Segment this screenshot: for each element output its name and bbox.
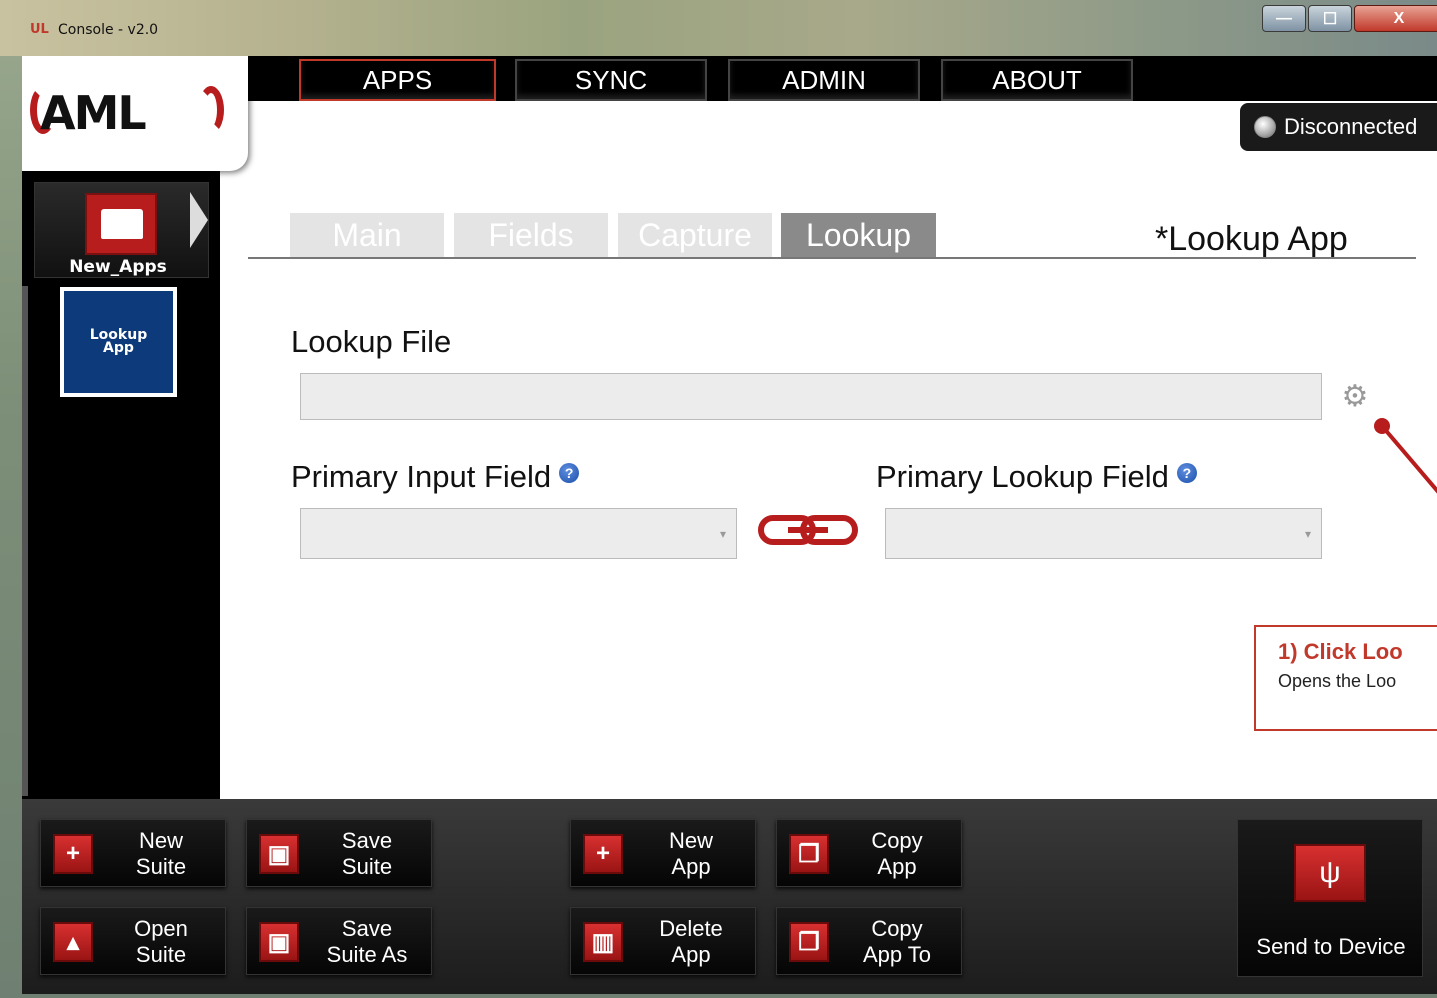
copy-to-icon: ❐: [789, 922, 829, 962]
bottom-toolbar: + New Suite ▣ Save Suite + New App ❐ Cop…: [22, 799, 1437, 994]
instruction-callout: 1) Click Loo Opens the Loo: [1254, 625, 1437, 731]
sidebar-scrollbar[interactable]: [22, 286, 28, 796]
folder-open-icon: ▴: [53, 922, 93, 962]
send-to-device-label: Send to Device: [1256, 934, 1406, 959]
save-suite-label: Save Suite: [341, 828, 393, 879]
send-to-device-button[interactable]: ψ Send to Device: [1237, 819, 1423, 977]
usb-icon: ψ: [1294, 844, 1366, 902]
help-icon[interactable]: ?: [559, 463, 580, 483]
copy-app-to-label: Copy App To: [862, 916, 932, 967]
chevron-down-icon: ▾: [719, 527, 726, 541]
save-suite-button[interactable]: ▣ Save Suite: [246, 819, 432, 887]
trash-icon: ▥: [583, 922, 623, 962]
open-suite-button[interactable]: ▴ Open Suite: [40, 907, 226, 975]
close-icon: X: [1393, 9, 1405, 27]
lookup-file-label: Lookup File: [291, 324, 452, 359]
page-title: *Lookup App: [1155, 220, 1348, 258]
logo-text: AML: [40, 86, 147, 140]
floppy-icon: ▣: [259, 834, 299, 874]
app-tile-lookup[interactable]: Lookup App: [60, 287, 177, 397]
callout-title: 1) Click Loo: [1278, 639, 1403, 664]
copy-app-button[interactable]: ❐ Copy App: [776, 819, 962, 887]
client-area: AML APPS SYNC ADMIN ABOUT Disconnected N…: [22, 56, 1437, 994]
new-app-label: New App: [668, 828, 713, 879]
save-suite-as-label: Save Suite As: [326, 916, 408, 967]
maximize-button[interactable]: ☐: [1308, 5, 1352, 32]
plus-icon: +: [53, 834, 93, 874]
primary-input-label-row: Primary Input Field?: [291, 459, 580, 495]
connection-status-text: Disconnected: [1284, 114, 1418, 139]
suite-name: New_Apps: [69, 257, 167, 277]
expand-arrow-icon[interactable]: [190, 192, 208, 248]
primary-lookup-field-label: Primary Lookup Field: [876, 459, 1169, 494]
save-suite-as-button[interactable]: ▣ Save Suite As: [246, 907, 432, 975]
tab-lookup[interactable]: Lookup: [781, 213, 936, 257]
maximize-icon: ☐: [1322, 10, 1338, 28]
copy-app-to-button[interactable]: ❐ Copy App To: [776, 907, 962, 975]
folder-icon: [85, 193, 157, 255]
callout-body: Opens the Loo: [1278, 671, 1397, 691]
gear-icon[interactable]: ⚙: [1337, 379, 1373, 415]
open-suite-label: Open Suite: [134, 916, 188, 967]
chevron-down-icon: ▾: [1304, 527, 1311, 541]
new-suite-button[interactable]: + New Suite: [40, 819, 226, 887]
copy-app-label: Copy App: [871, 828, 923, 879]
minimize-button[interactable]: —: [1262, 5, 1306, 32]
delete-app-button[interactable]: ▥ Delete App: [570, 907, 756, 975]
primary-input-select[interactable]: ▾: [300, 508, 737, 559]
floppy-plus-icon: ▣: [259, 922, 299, 962]
delete-app-label: Delete App: [659, 916, 723, 967]
status-light-icon: [1254, 116, 1276, 138]
tab-capture[interactable]: Capture: [618, 213, 772, 257]
tab-main[interactable]: Main: [290, 213, 444, 257]
copy-icon: ❐: [789, 834, 829, 874]
primary-lookup-select[interactable]: ▾: [885, 508, 1322, 559]
plus-icon: +: [583, 834, 623, 874]
app-logo-icon: UL: [30, 22, 49, 37]
new-suite-label: New Suite: [135, 828, 187, 879]
app-tile-label: Lookup App: [89, 327, 148, 356]
nav-tab-admin[interactable]: ADMIN: [728, 59, 920, 101]
link-icon: [758, 515, 858, 545]
nav-tab-sync[interactable]: SYNC: [515, 59, 707, 101]
new-app-button[interactable]: + New App: [570, 819, 756, 887]
tab-fields[interactable]: Fields: [454, 213, 608, 257]
window-title: Console - v2.0: [58, 22, 159, 38]
primary-input-field-label: Primary Input Field: [291, 459, 552, 494]
lookup-file-input[interactable]: [300, 373, 1322, 420]
connection-status: Disconnected: [1240, 103, 1437, 151]
nav-tab-apps[interactable]: APPS: [299, 59, 496, 101]
callout-pointer: [1374, 418, 1437, 494]
primary-lookup-label-row: Primary Lookup Field?: [876, 459, 1197, 495]
close-button[interactable]: X: [1354, 5, 1437, 32]
help-icon[interactable]: ?: [1176, 463, 1197, 483]
minimize-icon: —: [1276, 9, 1292, 27]
suite-folder-button[interactable]: New_Apps: [34, 182, 209, 278]
brand-logo: AML: [22, 56, 248, 171]
application-window: UL Console - v2.0 — ☐ X AML APPS SYNC AD…: [0, 0, 1437, 998]
logo-right-swoosh-icon: [198, 86, 224, 134]
nav-tab-about[interactable]: ABOUT: [941, 59, 1133, 101]
title-bar[interactable]: UL Console - v2.0 — ☐ X: [0, 0, 1437, 56]
